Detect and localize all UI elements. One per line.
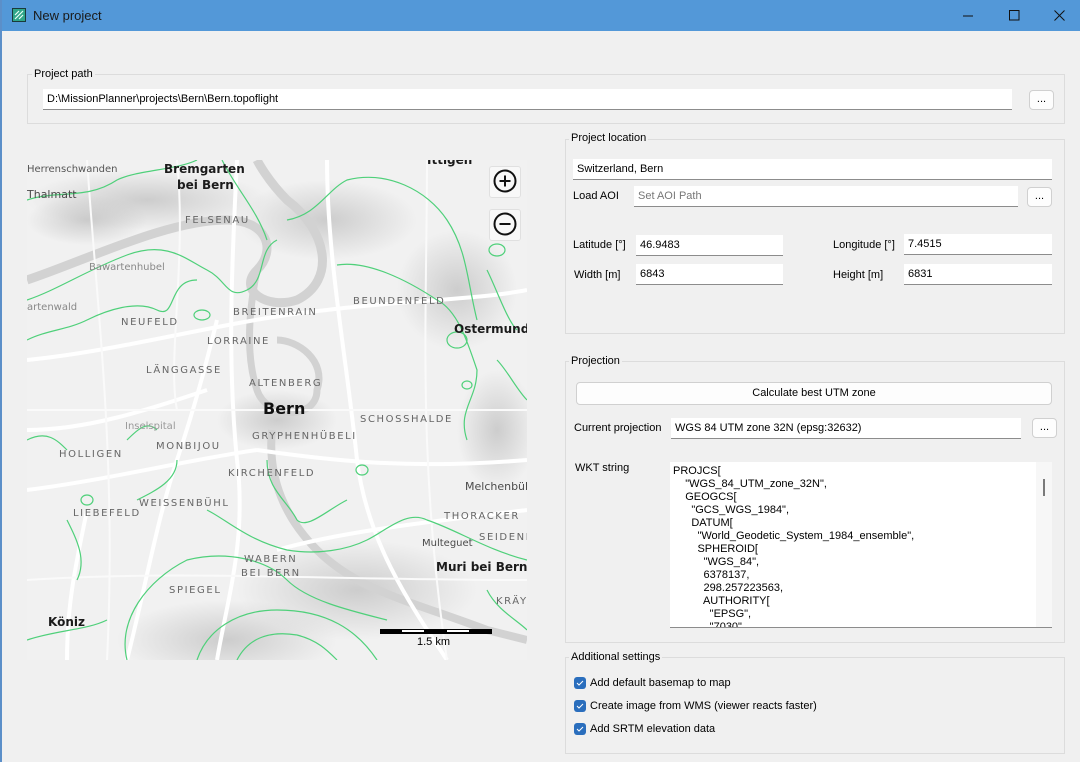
longitude-input[interactable]: 7.4515 — [904, 234, 1052, 255]
plus-circle-icon — [493, 169, 517, 196]
project-path-title: Project path — [32, 68, 95, 80]
map-view[interactable]: Herrenschwanden Bremgarten bei Bern Itti… — [27, 160, 527, 660]
close-button[interactable] — [1036, 0, 1080, 31]
map-label-melchenbuhl: Melchenbüh — [465, 480, 527, 493]
wkt-scrollbar-thumb[interactable] — [1043, 479, 1045, 496]
wkt-label: WKT string — [575, 462, 630, 474]
project-path-browse-button[interactable]: ... — [1029, 90, 1054, 110]
map-label-bremgarten: Bremgarten — [164, 162, 245, 176]
latitude-input[interactable]: 46.9483 — [636, 235, 783, 256]
option-label: Create image from WMS (viewer reacts fas… — [590, 700, 817, 712]
title-bar: New project — [2, 0, 1080, 31]
minimize-icon — [962, 10, 974, 21]
map-label-bei-bern: bei Bern — [177, 178, 234, 192]
additional-settings-title: Additional settings — [569, 651, 663, 663]
window-title: New project — [33, 8, 102, 23]
map-label-bawartenhubel: Bawartenhubel — [89, 262, 165, 273]
map-label-neufeld: NEUFELD — [121, 317, 179, 328]
map-label-holligen: HOLLIGEN — [59, 449, 123, 460]
wkt-scrollbar[interactable] — [1036, 462, 1052, 627]
latitude-label: Latitude [°] — [573, 239, 626, 251]
map-label-lorraine: LORRAINE — [207, 336, 270, 347]
height-label: Height [m] — [833, 269, 884, 281]
minus-circle-icon — [493, 212, 517, 239]
aoi-path-input[interactable]: Set AOI Path — [634, 186, 1018, 207]
option-label: Add SRTM elevation data — [590, 723, 716, 735]
maximize-icon — [1008, 10, 1020, 21]
close-icon — [1053, 10, 1065, 21]
wkt-textarea[interactable]: PROJCS[ "WGS_84_UTM_zone_32N", GEOGCS[ "… — [670, 462, 1052, 628]
zoom-in-button[interactable] — [489, 166, 521, 198]
option-label: Add default basemap to map — [590, 677, 731, 689]
checkbox-checked-icon[interactable] — [574, 723, 586, 735]
maximize-button[interactable] — [991, 0, 1037, 31]
map-label-inselspital: Inselspital — [125, 421, 176, 432]
zoom-out-button[interactable] — [489, 209, 521, 241]
map-label-multeguet: Multeguet — [422, 538, 473, 549]
load-aoi-label: Load AOI — [573, 190, 619, 202]
wkt-text: PROJCS[ "WGS_84_UTM_zone_32N", GEOGCS[ "… — [673, 465, 915, 628]
map-label-seidenberg: SEIDENE — [479, 532, 527, 543]
map-label-altenberg: ALTENBERG — [249, 378, 323, 389]
map-label-spiegel: SPIEGEL — [169, 585, 222, 596]
checkbox-checked-icon[interactable] — [574, 677, 586, 689]
map-label-monbijou: MONBIJOU — [156, 441, 221, 452]
map-label-langgasse: LÄNGGASSE — [146, 365, 222, 376]
map-label-koniz: Köniz — [48, 615, 85, 629]
map-label-liebefeld: LIEBEFELD — [73, 508, 141, 519]
map-label-gryphenhubeli: GRYPHENHÜBELI — [252, 431, 357, 442]
aoi-browse-button[interactable]: ... — [1027, 187, 1052, 207]
app-logo-icon — [12, 8, 26, 22]
map-label-beundenfeld: BEUNDENFELD — [353, 296, 446, 307]
map-label-thoracker: THORACKER — [444, 511, 520, 522]
map-label-weissenbuhl: WEISSENBÜHL — [139, 498, 230, 509]
map-label-felsenau: FELSENAU — [185, 215, 250, 226]
map-scale-label: 1.5 km — [417, 636, 451, 648]
map-label-wabern-bei-bern: BEI BERN — [241, 568, 301, 579]
project-location-title: Project location — [569, 132, 649, 144]
map-label-ostermundigen: Ostermundig — [454, 322, 527, 336]
map-label-krayigen: KRÄY — [496, 596, 527, 607]
map-label-kirchenfeld: KIRCHENFELD — [228, 468, 316, 479]
longitude-label: Longitude [°] — [833, 239, 895, 251]
map-label-ittigen: Ittigen — [427, 160, 473, 167]
height-input[interactable]: 6831 — [904, 264, 1052, 285]
map-label-artenwald: artenwald — [27, 302, 78, 313]
new-project-dialog: New project Project path D:\MissionPlann… — [2, 0, 1080, 762]
map-label-muri: Muri bei Bern — [436, 560, 527, 574]
option-default-basemap[interactable]: Add default basemap to map — [574, 677, 731, 689]
minimize-button[interactable] — [945, 0, 991, 31]
projection-title: Projection — [569, 355, 622, 367]
calculate-utm-button[interactable]: Calculate best UTM zone — [576, 382, 1052, 405]
width-input[interactable]: 6843 — [636, 264, 783, 285]
map-label-schosshalde: SCHOSSHALDE — [360, 414, 453, 425]
map-label-bern: Bern — [263, 399, 306, 418]
current-projection-input[interactable]: WGS 84 UTM zone 32N (epsg:32632) — [671, 418, 1021, 439]
map-label-wabern: WABERN — [244, 554, 298, 565]
width-label: Width [m] — [574, 269, 621, 281]
project-path-input[interactable]: D:\MissionPlanner\projects\Bern\Bern.top… — [43, 89, 1012, 110]
map-label-thalmatt: Thalmatt — [27, 188, 77, 201]
option-srtm-elevation[interactable]: Add SRTM elevation data — [574, 723, 715, 735]
location-search-input[interactable]: Switzerland, Bern — [573, 159, 1052, 180]
option-wms-image[interactable]: Create image from WMS (viewer reacts fas… — [574, 700, 817, 712]
checkbox-checked-icon[interactable] — [574, 700, 586, 712]
current-projection-label: Current projection — [574, 422, 662, 434]
projection-browse-button[interactable]: ... — [1032, 418, 1057, 438]
map-scale-bar — [380, 629, 492, 634]
map-label-breitenrain: BREITENRAIN — [233, 307, 318, 318]
map-label-herrenschwanden: Herrenschwanden — [27, 164, 118, 175]
